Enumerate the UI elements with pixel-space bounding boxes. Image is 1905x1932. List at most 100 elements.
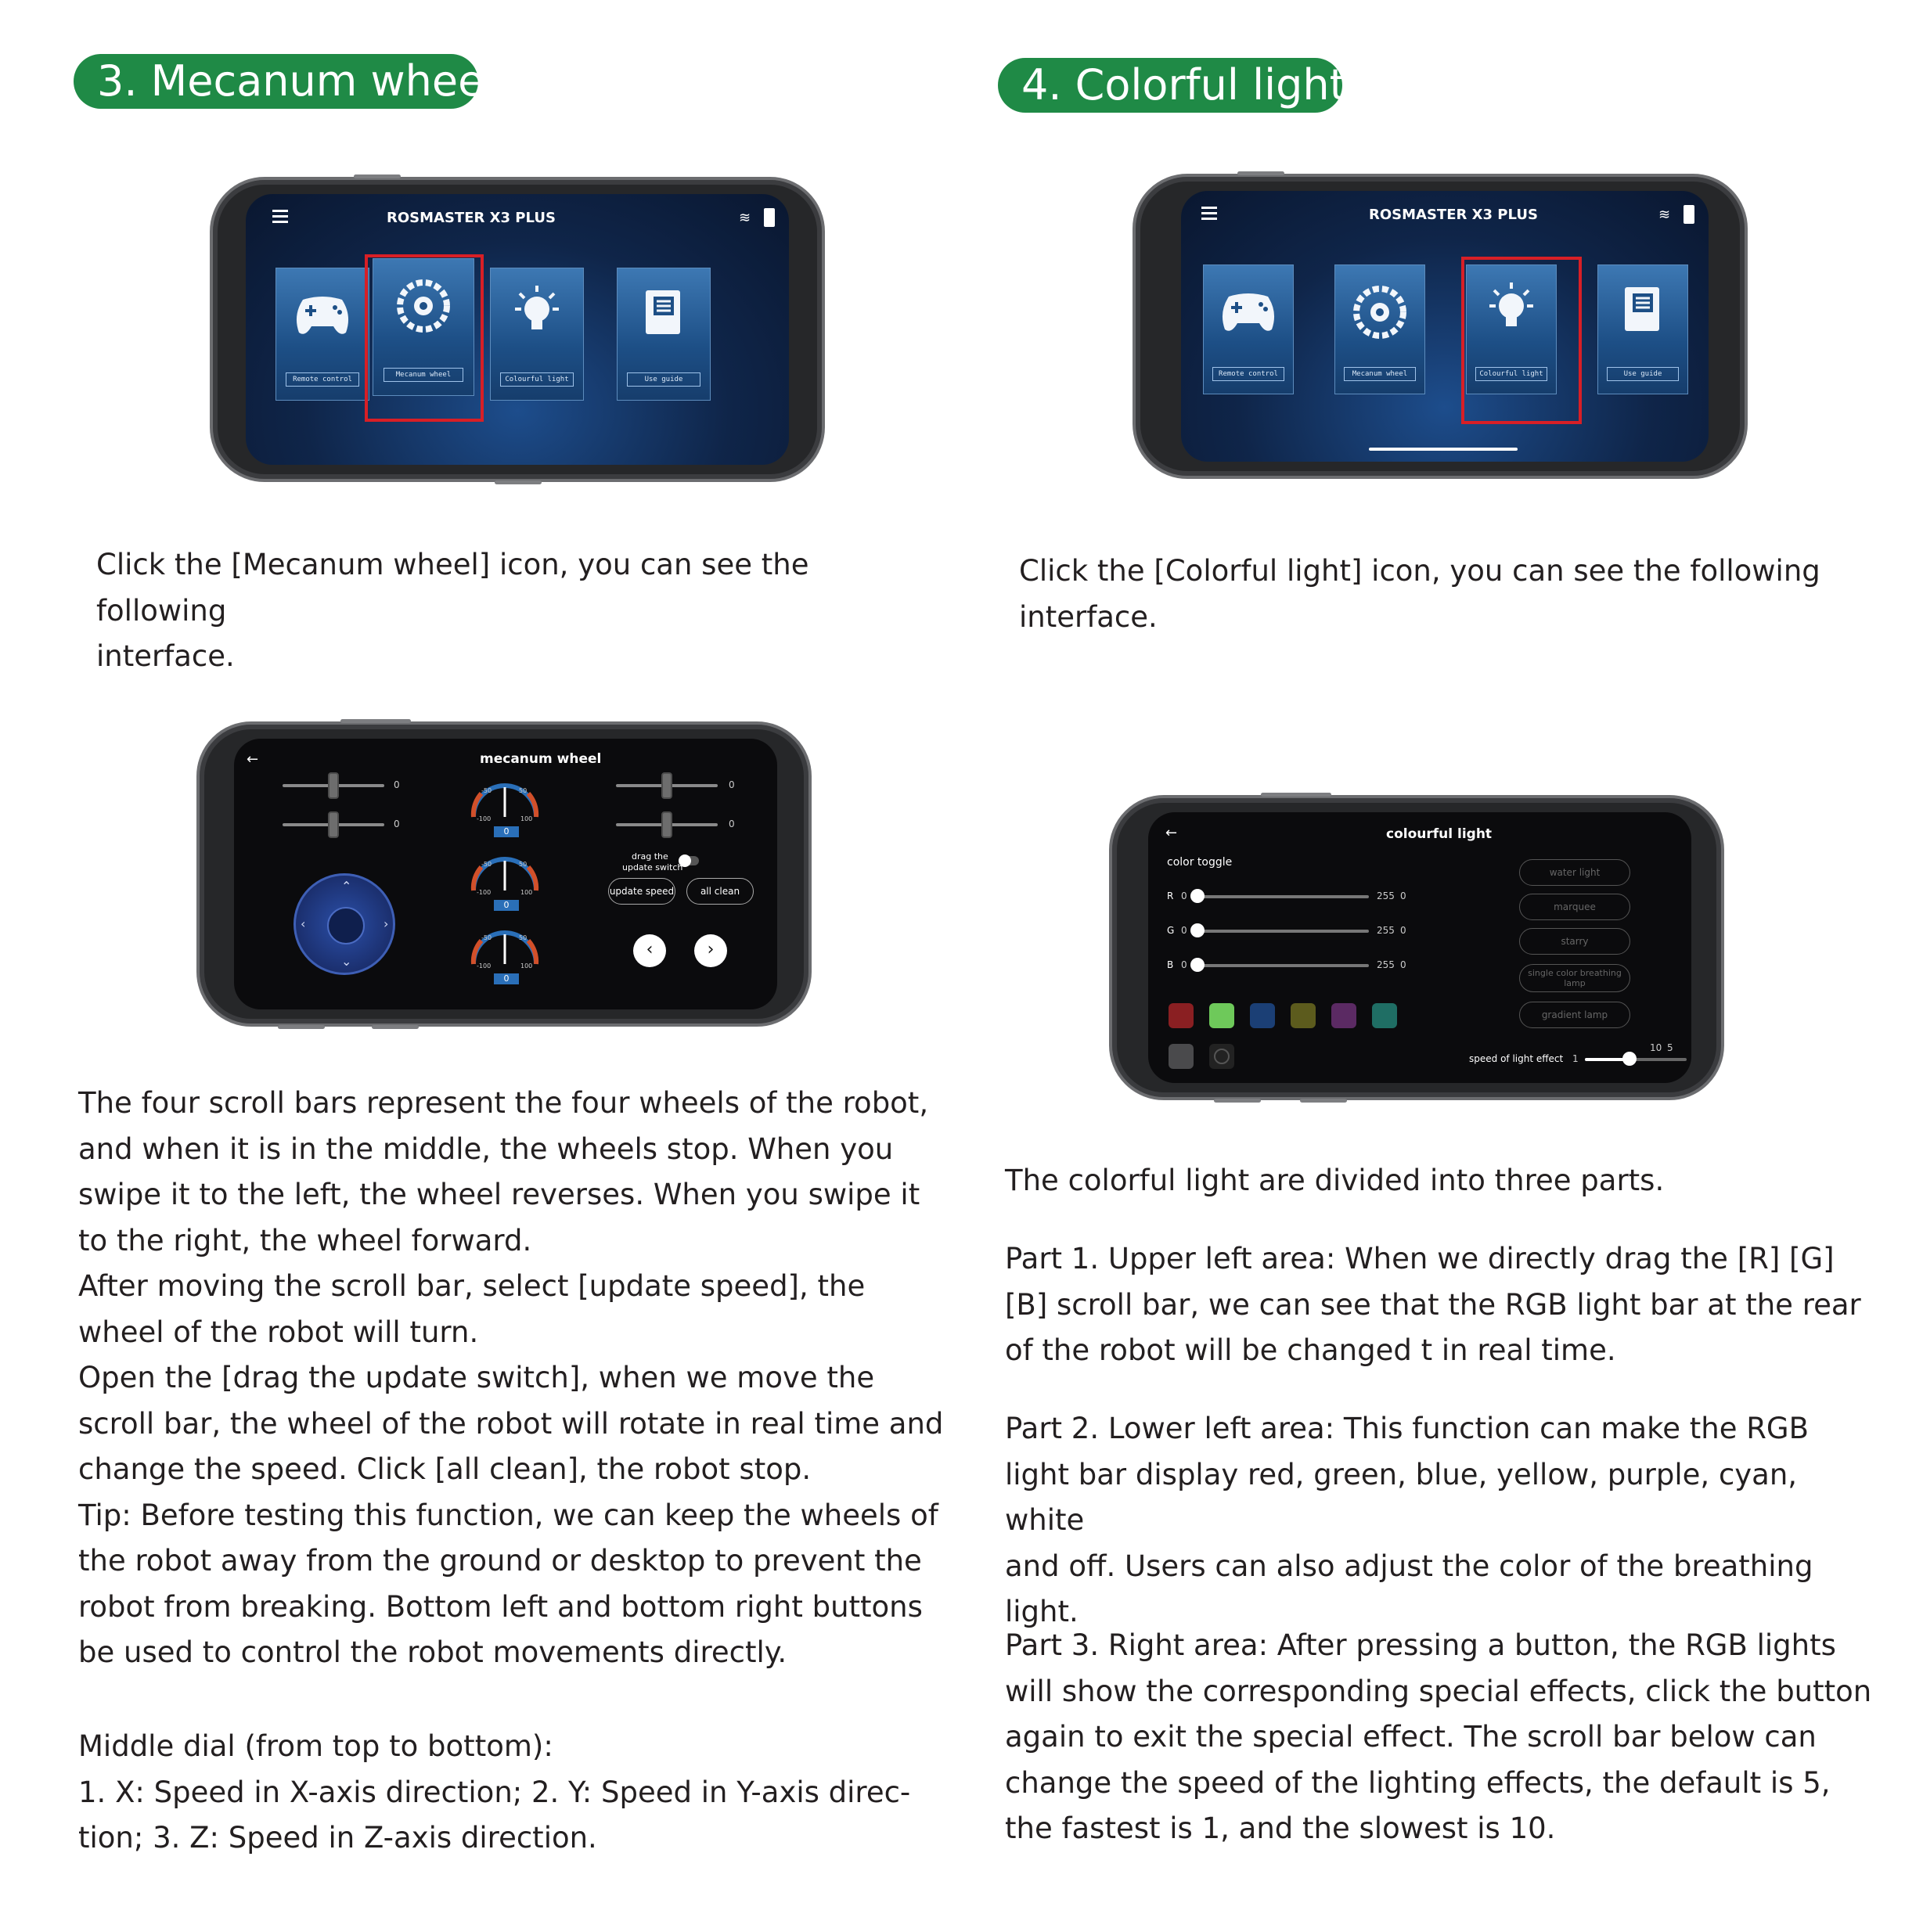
book-icon	[1625, 287, 1659, 331]
effect-breathing-lamp-button[interactable]: single color breathing lamp	[1519, 964, 1630, 992]
update-switch-toggle[interactable]	[679, 854, 699, 867]
text-line: change the speed. Click [all clean], the…	[78, 1452, 812, 1486]
lightbulb-icon	[515, 286, 559, 329]
update-speed-button[interactable]: update speed	[608, 878, 675, 905]
dial-min: -100	[477, 815, 492, 822]
card-label: Colourful light	[499, 372, 574, 387]
green-slider-track[interactable]	[1197, 930, 1369, 933]
back-arrow-icon[interactable]: ←	[1165, 825, 1177, 841]
speed-min: 1	[1572, 1053, 1579, 1064]
text-line: again to exit the special effect. The sc…	[1005, 1720, 1817, 1754]
direction-joystick[interactable]: ⌃ ⌄ ‹ ›	[293, 873, 395, 975]
phone-home-colorful: ROSMASTER X3 PLUS ≋ Remote control Mecan…	[1133, 171, 1748, 479]
effect-gradient-lamp-button[interactable]: gradient lamp	[1519, 1002, 1630, 1028]
screen-title: colourful light	[1386, 826, 1493, 842]
swatch-white[interactable]	[1169, 1044, 1194, 1069]
speed-current-readout: 5	[1667, 1042, 1673, 1053]
menu-icon[interactable]	[272, 210, 288, 223]
right-para-1: Part 1. Upper left area: When we directl…	[1005, 1236, 1874, 1374]
dial-inner-right: 50	[519, 934, 528, 941]
card-colourful-light[interactable]: Colourful light	[490, 268, 584, 401]
effect-starry-button[interactable]: starry	[1519, 928, 1630, 955]
green-slider-knob[interactable]	[1190, 923, 1205, 937]
mecanum-wheel-icon	[1353, 286, 1406, 339]
text-line: wheel of the robot will turn.	[78, 1315, 479, 1349]
speed-max-readout: 10	[1650, 1042, 1662, 1053]
text-line: Click the [Colorful light] icon, you can…	[1019, 554, 1820, 588]
slider-max: 255	[1377, 959, 1395, 970]
card-label: Remote control	[1212, 366, 1284, 381]
screen-title: mecanum wheel	[480, 751, 602, 767]
blue-slider-knob[interactable]	[1190, 958, 1205, 972]
battery-icon	[764, 208, 775, 227]
dial-inner-right: 50	[519, 861, 528, 868]
card-label: Use guide	[1607, 366, 1679, 381]
slider-max: 255	[1377, 925, 1395, 936]
rotate-right-button[interactable]: ›	[694, 934, 727, 967]
text-line: interface.	[1019, 599, 1158, 634]
app-screen: ROSMASTER X3 PLUS ≋ Remote control Mecan…	[1181, 191, 1709, 462]
text-line: Part 3. Right area: After pressing a but…	[1005, 1628, 1836, 1662]
all-clean-button[interactable]: all clean	[686, 878, 754, 905]
home-indicator	[1369, 448, 1518, 451]
effect-marquee-button[interactable]: marquee	[1519, 894, 1630, 920]
card-use-guide[interactable]: Use guide	[1597, 264, 1688, 394]
slider-value: 0	[729, 779, 735, 790]
slider-value: 0	[394, 818, 400, 829]
text-line: light bar display red, green, blue, yell…	[1005, 1457, 1798, 1538]
back-arrow-icon[interactable]: ←	[247, 751, 258, 768]
wifi-icon: ≋	[739, 210, 751, 226]
rotate-left-button[interactable]: ‹	[633, 934, 666, 967]
swatch-green[interactable]	[1209, 1003, 1234, 1028]
speed-label: speed of light effect	[1469, 1053, 1564, 1064]
text-line: Click the [Mecanum wheel] icon, you can …	[96, 548, 809, 628]
speed-dial-x: -50 50 -100 100 0	[466, 770, 544, 840]
text-line: Part 2. Lower left area: This function c…	[1005, 1412, 1809, 1445]
section-heading-colorful-light: 4. Colorful light	[998, 58, 1346, 113]
speed-dial-z: -50 50 -100 100 0	[466, 917, 544, 988]
speed-slider-knob[interactable]	[1622, 1052, 1637, 1066]
dial-readout: 0	[494, 973, 519, 984]
text-line: be used to control the robot movements d…	[78, 1635, 787, 1669]
text-line: swipe it to the left, the wheel reverses…	[78, 1178, 920, 1211]
swatch-yellow[interactable]	[1291, 1003, 1316, 1028]
menu-icon[interactable]	[1201, 207, 1217, 220]
chevron-down-icon: ⌄	[341, 954, 352, 969]
wheel-slider-knob[interactable]	[328, 772, 339, 799]
text-line: scroll bar, the wheel of the robot will …	[78, 1406, 944, 1441]
text-line: Tip: Before testing this function, we ca…	[78, 1498, 938, 1532]
swatch-purple[interactable]	[1331, 1003, 1356, 1028]
off-icon	[1214, 1049, 1230, 1064]
red-slider-track[interactable]	[1197, 895, 1369, 898]
wheel-slider-knob[interactable]	[661, 772, 672, 799]
card-remote-control[interactable]: Remote control	[1203, 264, 1294, 394]
text-line: will show the corresponding special effe…	[1005, 1674, 1872, 1708]
card-label: Mecanum wheel	[1344, 366, 1416, 381]
card-mecanum-wheel[interactable]: Mecanum wheel	[1334, 264, 1425, 394]
dial-readout: 0	[494, 826, 519, 837]
blue-slider-track[interactable]	[1197, 964, 1369, 967]
card-remote-control[interactable]: Remote control	[275, 268, 369, 401]
joystick-knob[interactable]	[327, 907, 365, 944]
right-para-3: Part 3. Right area: After pressing a but…	[1005, 1623, 1874, 1852]
mecanum-app-screen: ← mecanum wheel 0 0 0 0 ⌃ ⌄ ‹ › -50 50 -…	[234, 739, 777, 1009]
text-line: and off. Users can also adjust the color…	[1005, 1549, 1813, 1583]
text-line: [B] scroll bar, we can see that the RGB …	[1005, 1287, 1861, 1322]
red-slider-knob[interactable]	[1190, 889, 1205, 903]
right-intro-paragraph: Click the [Colorful light] icon, you can…	[1019, 549, 1864, 640]
dial-inner-left: -50	[481, 861, 492, 868]
wheel-slider-knob[interactable]	[661, 811, 672, 838]
swatch-off[interactable]	[1209, 1044, 1234, 1069]
effect-water-light-button[interactable]: water light	[1519, 859, 1630, 886]
text-line: The four scroll bars represent the four …	[78, 1086, 929, 1120]
highlight-box	[1461, 257, 1582, 424]
text-line: to the right, the wheel forward.	[78, 1223, 532, 1257]
swatch-blue[interactable]	[1250, 1003, 1275, 1028]
text-line: Part 1. Upper left area: When we directl…	[1005, 1242, 1835, 1275]
swatch-red[interactable]	[1169, 1003, 1194, 1028]
swatch-cyan[interactable]	[1372, 1003, 1397, 1028]
card-use-guide[interactable]: Use guide	[617, 268, 711, 401]
chevron-left-icon: ‹	[301, 916, 306, 931]
wheel-slider-knob[interactable]	[328, 811, 339, 838]
phone-home-mecanum: ROSMASTER X3 PLUS ≋ Remote control Mecan…	[210, 174, 825, 484]
